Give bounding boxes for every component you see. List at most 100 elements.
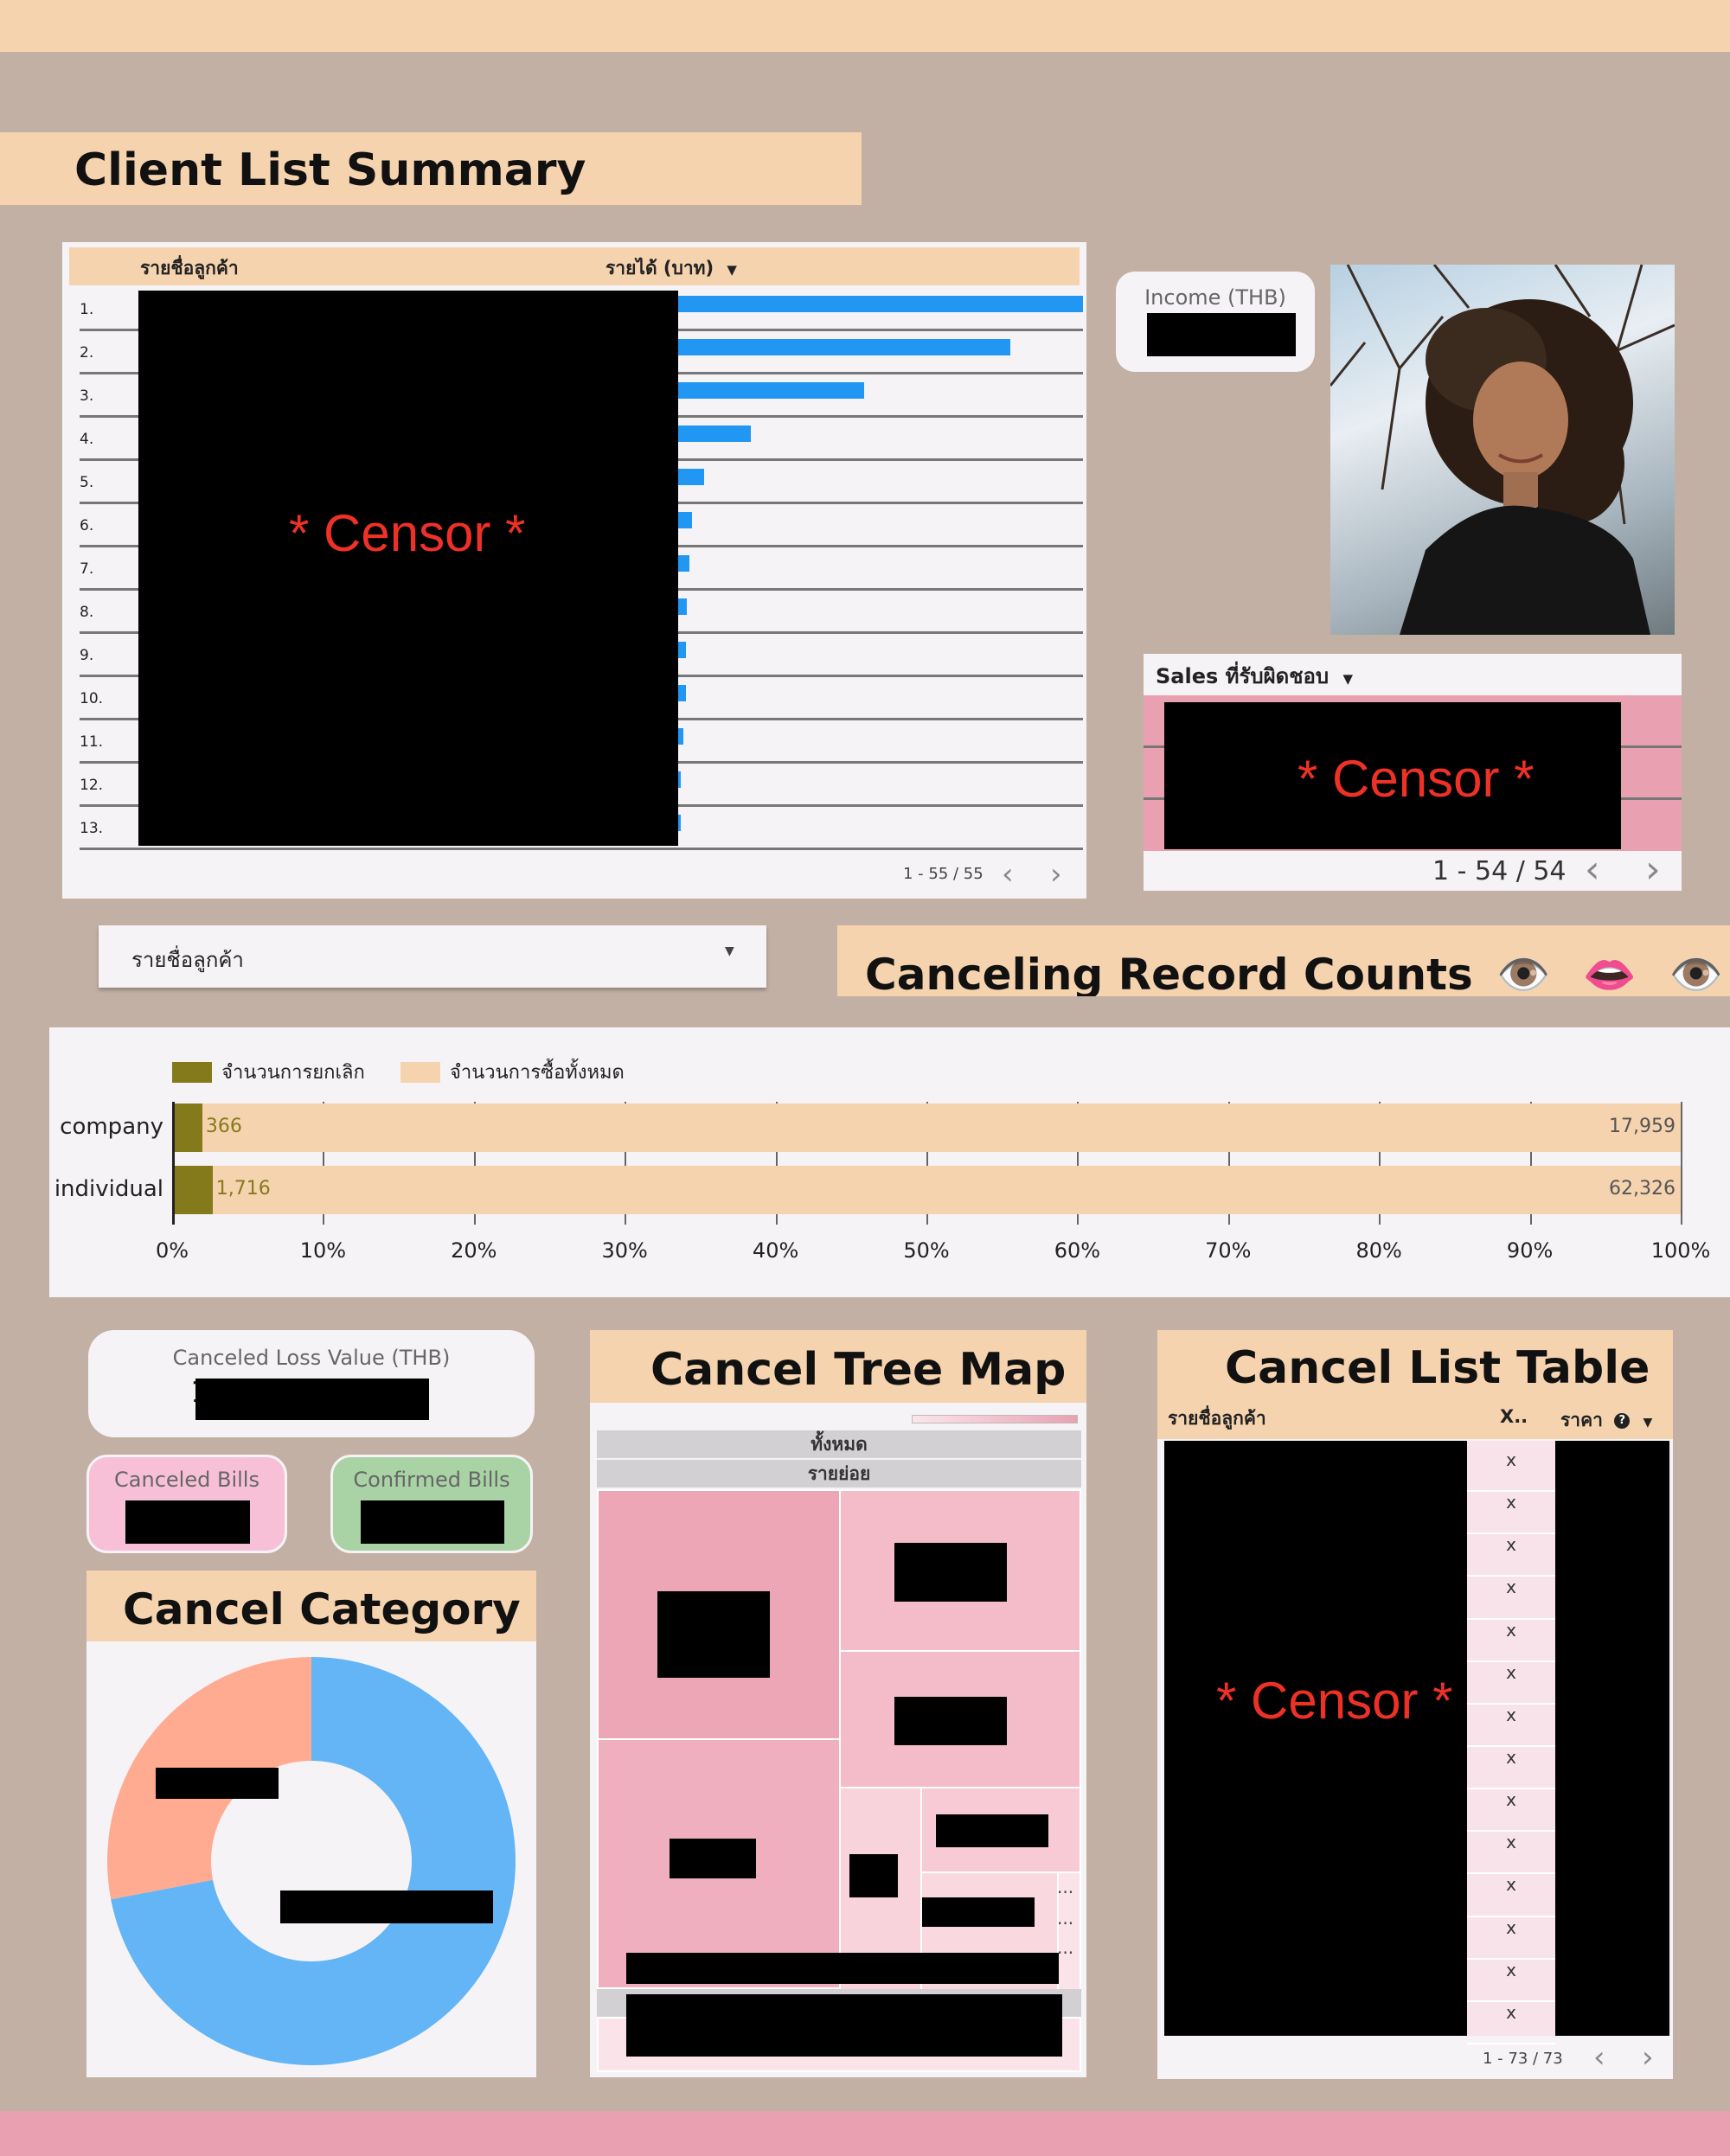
x-tick-label: 20% (451, 1238, 497, 1263)
treemap-label-redacted (626, 1953, 1059, 1984)
lips-icon: 👄 (1582, 950, 1637, 996)
income-bar[interactable] (678, 555, 690, 572)
row-number: 4. (80, 431, 94, 448)
tree-level-2[interactable]: รายย่อย (597, 1460, 1081, 1487)
bottom-banner (0, 2111, 1730, 2156)
canceled-bills-value-redacted (125, 1500, 250, 1544)
cancel-list-title: Cancel List Table (1225, 1342, 1650, 1394)
top-banner (0, 0, 1730, 52)
bar-total-purchases[interactable] (172, 1104, 1681, 1152)
y-axis-line (172, 1102, 175, 1225)
table-cell: x (1467, 2002, 1555, 2044)
cancel-list-table: รายชื่อลูกค้า X.. ราคา ? ▼ * Censor * xx… (1157, 1399, 1673, 2079)
bar-total-purchases[interactable] (172, 1166, 1681, 1214)
bar-canceled[interactable] (172, 1166, 213, 1214)
chevron-right-icon[interactable]: › (1645, 851, 1661, 889)
table-cell: x (1467, 1832, 1555, 1875)
client-filter-dropdown[interactable]: รายชื่อลูกค้า ▼ (99, 925, 766, 988)
income-value-redacted (1147, 313, 1296, 356)
chevron-left-icon[interactable]: ‹ (1585, 851, 1600, 889)
table-cell: x (1467, 1449, 1555, 1493)
treemap-ellipsis: ... (1057, 1877, 1074, 1897)
x-tick-label: 0% (155, 1238, 189, 1263)
income-bar[interactable] (678, 771, 681, 788)
table-cell: x (1467, 1577, 1555, 1620)
income-bar[interactable] (678, 512, 693, 528)
profile-photo (1330, 265, 1675, 635)
cancel-category-chart (86, 1641, 536, 2077)
legend-label-canceled: จำนวนการยกเลิก (221, 1062, 365, 1084)
treemap-label-redacted (626, 1994, 1062, 2057)
table-cell: x (1467, 1662, 1555, 1705)
photo-illustration (1330, 265, 1675, 635)
treemap-label-redacted (670, 1839, 756, 1878)
row-divider (80, 848, 1083, 850)
censor-label: * Censor * (1298, 750, 1535, 808)
column-header-income-label: รายได้ (บาท) (606, 258, 714, 278)
table-cell: x (1467, 1492, 1555, 1535)
income-label: Income (THB) (1144, 285, 1286, 310)
client-list-table: รายชื่อลูกค้า รายได้ (บาท) ▼ 1. 2. 3. 4. 5. 6… (62, 242, 1086, 899)
income-bar[interactable] (678, 425, 752, 442)
income-bar[interactable] (678, 339, 1010, 355)
confirmed-bills-scorecard: Confirmed Bills (330, 1455, 533, 1553)
treemap-label-redacted (894, 1543, 1007, 1602)
x-tick-label: 80% (1355, 1238, 1402, 1263)
row-number: 5. (80, 474, 94, 491)
data-label-total: 62,326 (1609, 1178, 1676, 1200)
income-bar[interactable] (678, 728, 683, 745)
chevron-right-icon[interactable]: › (1050, 860, 1062, 889)
treemap-ellipsis: ... (1057, 1908, 1074, 1929)
question-circle-icon: ? (1614, 1413, 1631, 1429)
table-cell: x (1467, 1534, 1555, 1577)
chevron-left-icon[interactable]: ‹ (1002, 860, 1014, 889)
tree-map-title: Cancel Tree Map (650, 1344, 1067, 1396)
table-cell: x (1467, 1705, 1555, 1747)
column-header-client[interactable]: รายชื่อลูกค้า (1168, 1404, 1266, 1433)
canceling-chart: จำนวนการยกเลิก จำนวนการซื้อทั้งหมด 0% 10%… (49, 1027, 1730, 1297)
cancel-list-header: Cancel List Table (1157, 1330, 1673, 1399)
chevron-right-icon[interactable]: › (1642, 2043, 1654, 2072)
income-bar[interactable] (678, 642, 687, 658)
censored-sales: * Censor * (1164, 702, 1621, 849)
confirmed-bills-value-redacted (361, 1500, 504, 1544)
caret-down-icon: ▼ (725, 944, 734, 958)
cancel-category-header: Cancel Category (86, 1571, 536, 1641)
income-bar[interactable] (678, 815, 681, 831)
cancel-category-title: Cancel Category (123, 1584, 521, 1635)
table-cell: x (1467, 1747, 1555, 1790)
canceling-header: Canceling Record Counts 👁️ 👄 👁️ 💧 (837, 925, 1730, 996)
canceling-title: Canceling Record Counts 👁️ 👄 👁️ 💧 (865, 950, 1730, 996)
legend-swatch-total (400, 1061, 440, 1083)
grid-line (1681, 1102, 1682, 1225)
row-number: 9. (80, 647, 94, 664)
canceled-bills-label: Canceled Bills (114, 1468, 260, 1492)
data-label-total: 17,959 (1609, 1116, 1676, 1137)
income-bar[interactable] (678, 598, 688, 615)
row-number: 12. (80, 777, 104, 794)
x-tick-label: 30% (601, 1238, 648, 1263)
column-header-client[interactable]: รายชื่อลูกค้า (140, 254, 239, 283)
income-bar[interactable] (678, 382, 865, 399)
x-tick-label: 50% (903, 1238, 950, 1263)
canceled-loss-scorecard: Canceled Loss Value (THB) 1 (88, 1330, 535, 1437)
canceled-loss-value-redacted (195, 1379, 429, 1420)
tree-level-1[interactable]: ทั้งหมด (597, 1430, 1081, 1458)
triangle-down-icon: ▼ (1342, 671, 1354, 687)
income-bar[interactable] (678, 469, 705, 485)
column-header-income[interactable]: รายได้ (บาท) ▼ (606, 254, 737, 283)
sales-header[interactable]: Sales ที่รับผิดชอบ ▼ (1156, 659, 1353, 693)
sales-header-label: Sales ที่รับผิดชอบ (1156, 664, 1330, 688)
bar-canceled[interactable] (172, 1104, 202, 1152)
row-number: 1. (80, 301, 94, 318)
treemap-label-redacted (894, 1697, 1007, 1745)
treemap-label-redacted (922, 1897, 1035, 1927)
column-header-x[interactable]: X.. (1500, 1406, 1528, 1427)
chevron-left-icon[interactable]: ‹ (1593, 2043, 1605, 2072)
income-bar[interactable] (678, 296, 1083, 312)
row-number: 2. (80, 344, 94, 361)
column-header-price[interactable]: ราคา ? ▼ (1560, 1406, 1652, 1435)
income-bar[interactable] (678, 685, 687, 701)
table-cell: x (1467, 1960, 1555, 2002)
tree-level-2-label: รายย่อย (807, 1463, 871, 1484)
